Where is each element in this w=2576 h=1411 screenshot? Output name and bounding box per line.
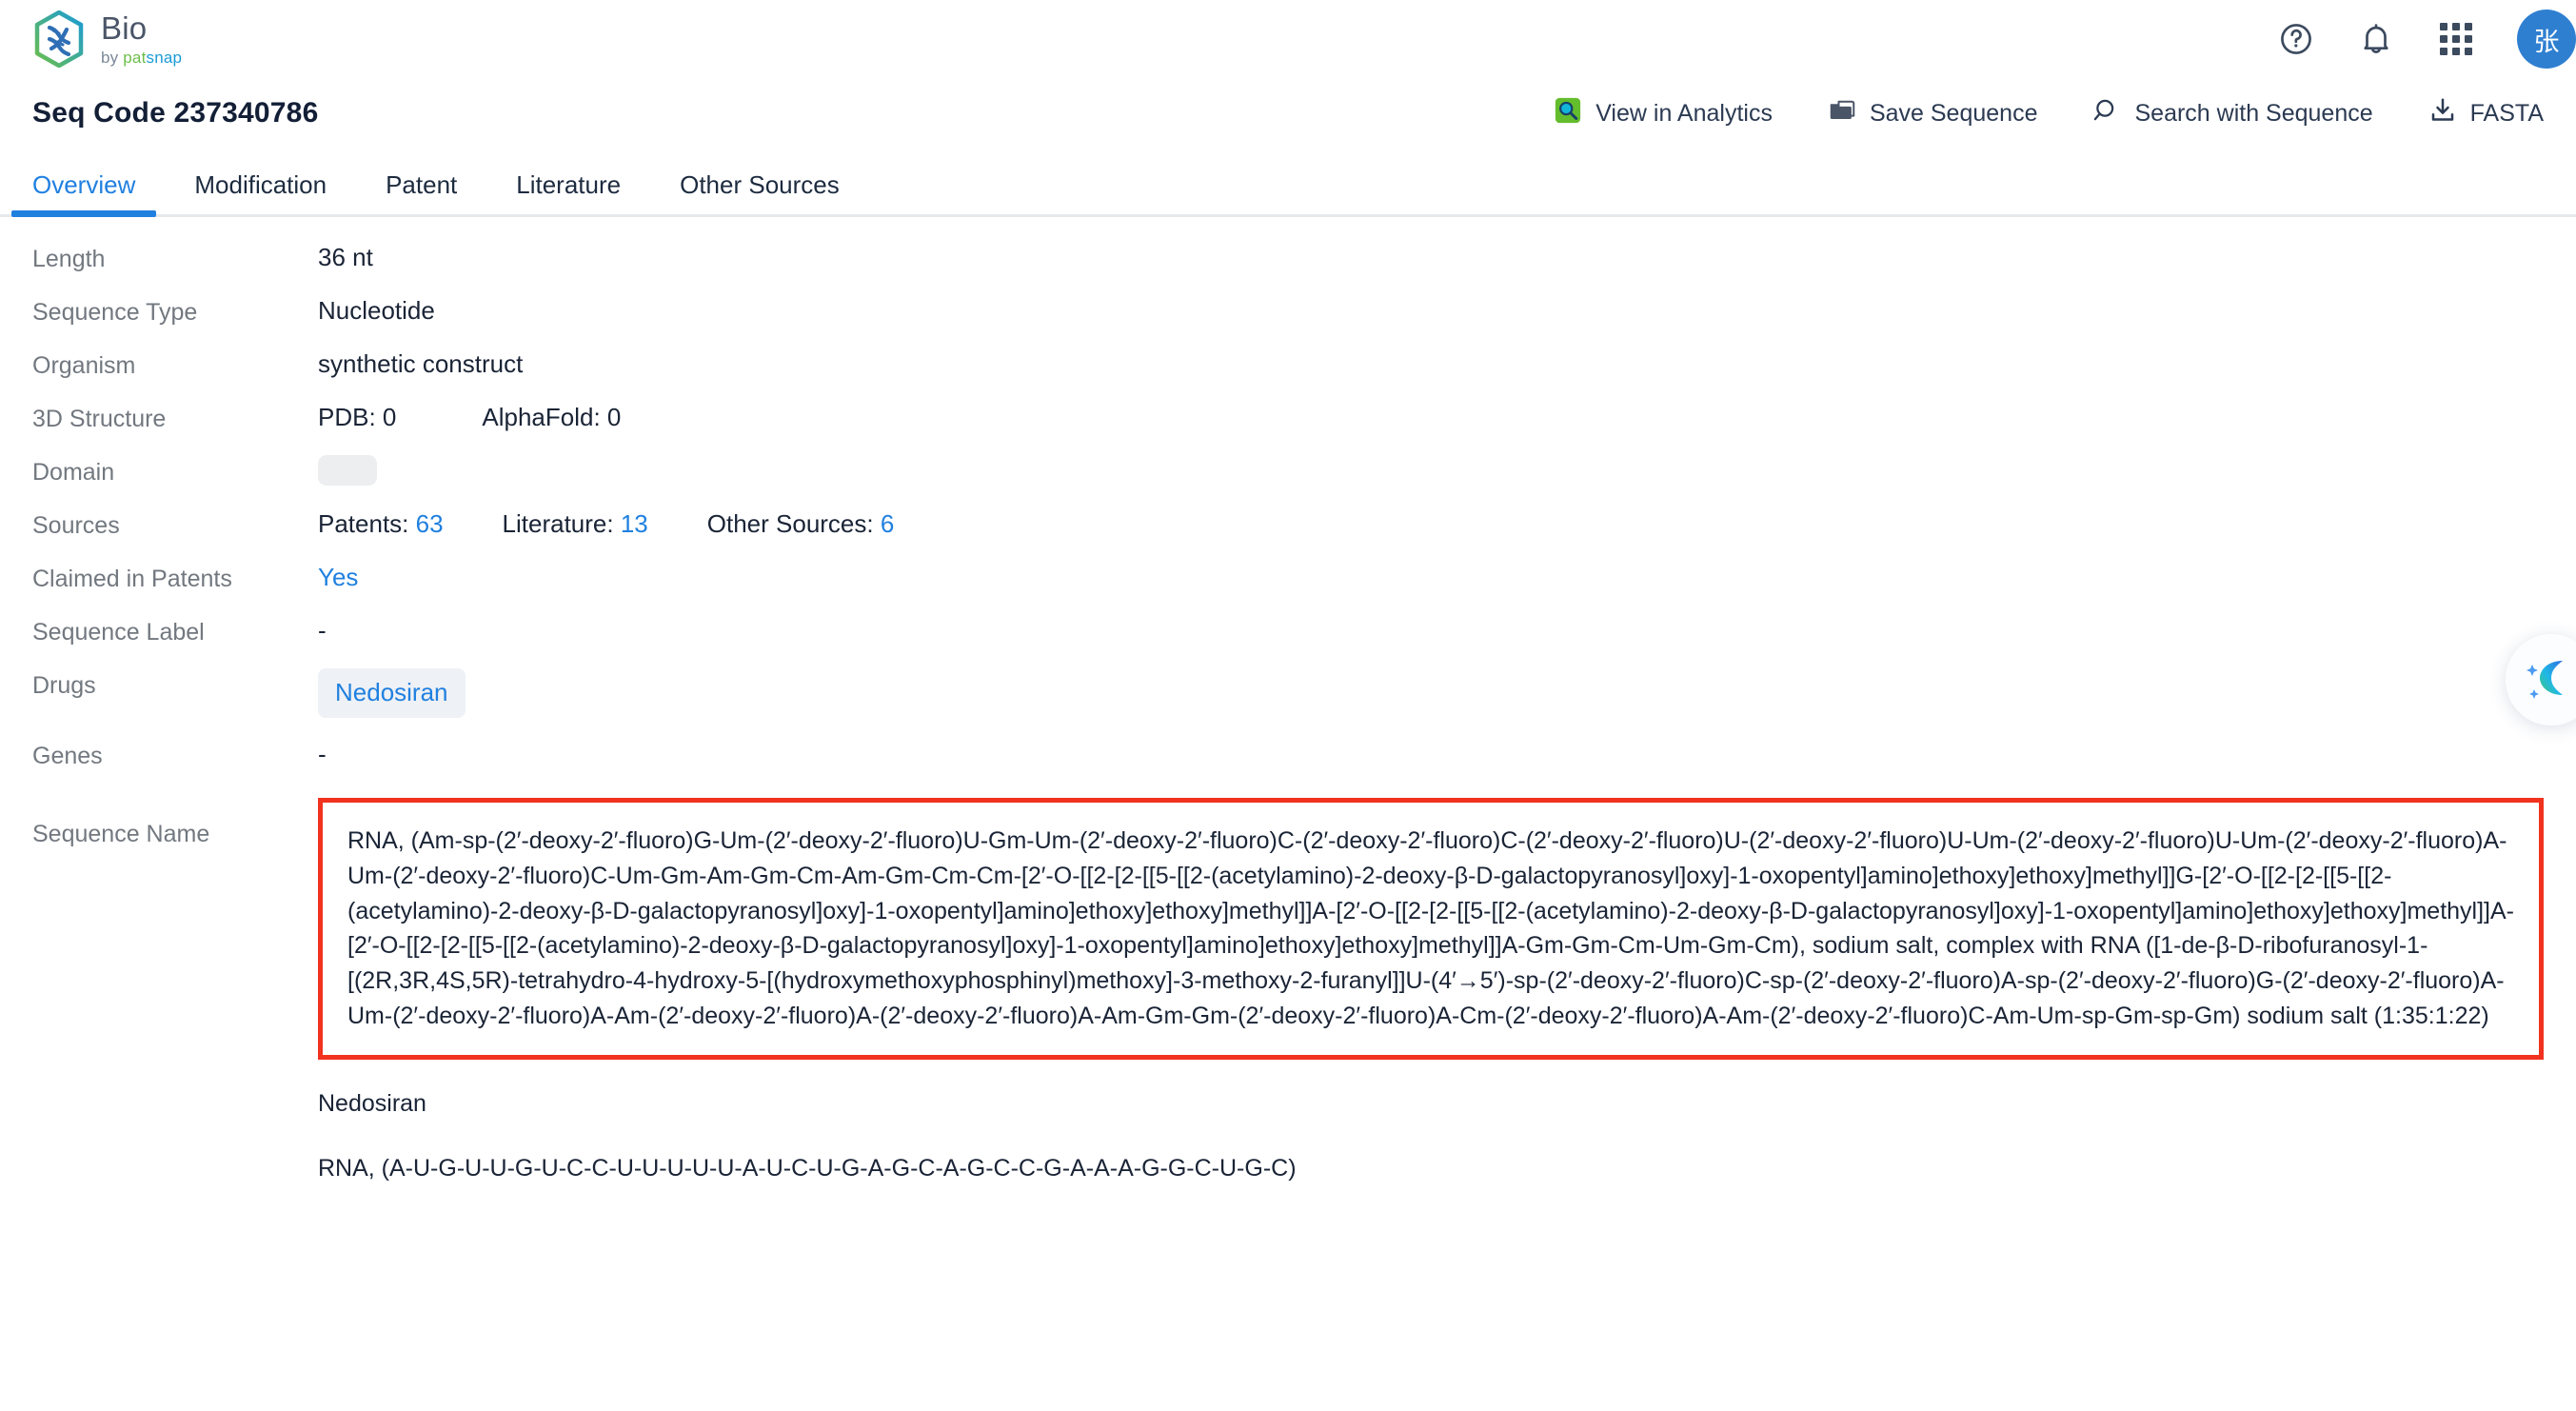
brand-subtitle: by patsnap — [101, 50, 182, 66]
folder-icon — [1828, 96, 1856, 131]
sequence-name-alias: Nedosiran — [318, 1089, 426, 1117]
page-subheader: Seq Code 237340786 View in Analytics Sav… — [0, 78, 2576, 149]
sequence-type-label: Sequence Type — [32, 299, 198, 326]
sources-other[interactable]: Other Sources: 6 — [707, 508, 895, 541]
sequence-actions-toolbar: View in Analytics Save Sequence Search w… — [1554, 96, 2544, 131]
alphafold-count: AlphaFold: 0 — [482, 403, 622, 431]
save-sequence-button[interactable]: Save Sequence — [1828, 96, 2038, 131]
length-label: Length — [32, 246, 106, 272]
detail-tabs: Overview Modification Patent Literature … — [0, 149, 2576, 217]
field-row-drugs: Drugs Nedosiran — [32, 668, 2544, 722]
tab-overview[interactable]: Overview — [10, 170, 157, 217]
sequence-type-value: Nucleotide — [318, 296, 435, 325]
notification-bell-icon[interactable] — [2357, 20, 2395, 58]
field-row-sequence-type: Sequence Type Nucleotide — [32, 295, 2544, 348]
field-row-sequence-label: Sequence Label - — [32, 615, 2544, 668]
field-row-sources: Sources Patents: 63 Literature: 13 Other… — [32, 508, 2544, 562]
brand-by: by — [101, 49, 124, 67]
sources-value: Patents: 63 Literature: 13 Other Sources… — [318, 508, 894, 541]
pdb-count: PDB: 0 — [318, 403, 397, 431]
claimed-in-patents-label: Claimed in Patents — [32, 566, 232, 592]
tab-literature[interactable]: Literature — [516, 170, 621, 217]
sources-patents-count[interactable]: 63 — [416, 509, 444, 538]
sequence-name-value: RNA, (Am-sp-(2′-deoxy-2′-fluoro)G-Um-(2′… — [347, 827, 2515, 1029]
tab-patent[interactable]: Patent — [386, 170, 457, 217]
download-icon — [2428, 96, 2457, 131]
brand-snap: snap — [146, 49, 183, 67]
search-with-sequence-label: Search with Sequence — [2134, 99, 2373, 127]
header-actions: 张 — [2277, 10, 2576, 69]
sequence-label-value: - — [318, 616, 327, 645]
overview-panel: Length 36 nt Sequence Type Nucleotide Or… — [0, 217, 2576, 1184]
search-icon — [2092, 96, 2121, 131]
top-header-bar: Bio by patsnap 张 — [0, 0, 2576, 78]
user-avatar[interactable]: 张 — [2517, 10, 2576, 69]
sequence-name-plain: RNA, (A-U-G-U-U-G-U-C-C-U-U-U-U-U-A-U-C-… — [318, 1155, 1297, 1182]
3d-structure-label: 3D Structure — [32, 406, 167, 432]
sources-literature-label: Literature: — [502, 509, 621, 538]
field-row-genes: Genes - — [32, 739, 2544, 792]
tab-other-sources[interactable]: Other Sources — [680, 170, 840, 217]
drug-chip-nedosiran[interactable]: Nedosiran — [318, 668, 466, 718]
sequence-name-highlight-box: RNA, (Am-sp-(2′-deoxy-2′-fluoro)G-Um-(2′… — [318, 798, 2544, 1060]
ai-assistant-sparkle-icon — [2519, 646, 2576, 715]
field-row-3d-structure: 3D Structure PDB: 0 AlphaFold: 0 — [32, 402, 2544, 455]
genes-label: Genes — [32, 743, 103, 769]
sequence-name-label: Sequence Name — [32, 821, 210, 847]
drugs-label: Drugs — [32, 672, 96, 699]
apps-grid-icon[interactable] — [2437, 20, 2475, 58]
sources-literature[interactable]: Literature: 13 — [503, 508, 648, 541]
length-value: 36 nt — [318, 243, 373, 271]
field-row-sequence-name: Sequence Name RNA, (Am-sp-(2′-deoxy-2′-f… — [32, 798, 2544, 1060]
field-row-domain: Domain — [32, 455, 2544, 508]
view-in-analytics-button[interactable]: View in Analytics — [1554, 96, 1773, 131]
view-in-analytics-label: View in Analytics — [1595, 99, 1773, 127]
field-row-claimed-in-patents: Claimed in Patents Yes — [32, 562, 2544, 615]
sources-other-count[interactable]: 6 — [881, 509, 894, 538]
organism-value: synthetic construct — [318, 349, 524, 378]
brand-pat: pat — [123, 49, 147, 67]
3d-structure-value: PDB: 0 AlphaFold: 0 — [318, 402, 621, 434]
claimed-in-patents-value[interactable]: Yes — [318, 562, 358, 594]
sources-literature-count[interactable]: 13 — [621, 509, 648, 538]
brand-logo-block[interactable]: Bio by patsnap — [32, 10, 182, 69]
tab-modification[interactable]: Modification — [194, 170, 327, 217]
sources-other-label: Other Sources: — [706, 509, 881, 538]
brand-title: Bio — [101, 10, 148, 46]
analytics-search-icon — [1554, 96, 1582, 131]
domain-placeholder-chip — [318, 455, 377, 486]
fasta-label: FASTA — [2469, 99, 2544, 127]
organism-label: Organism — [32, 352, 136, 379]
page-title: Seq Code 237340786 — [32, 97, 319, 129]
domain-value — [318, 455, 377, 486]
sources-patents-label: Patents: — [318, 509, 416, 538]
domain-label: Domain — [32, 459, 115, 486]
save-sequence-label: Save Sequence — [1869, 99, 2038, 127]
sequence-label-label: Sequence Label — [32, 619, 205, 646]
genes-value: - — [318, 740, 327, 768]
search-with-sequence-button[interactable]: Search with Sequence — [2092, 96, 2373, 131]
bio-patsnap-logo-icon — [32, 10, 86, 69]
field-row-length: Length 36 nt — [32, 242, 2544, 295]
sources-patents[interactable]: Patents: 63 — [318, 508, 444, 541]
field-row-organism: Organism synthetic construct — [32, 348, 2544, 402]
sequence-name-extra-values: Nedosiran RNA, (A-U-G-U-U-G-U-C-C-U-U-U-… — [32, 1088, 2544, 1184]
fasta-download-button[interactable]: FASTA — [2428, 96, 2544, 131]
help-circle-icon[interactable] — [2277, 20, 2315, 58]
sources-label: Sources — [32, 512, 120, 539]
